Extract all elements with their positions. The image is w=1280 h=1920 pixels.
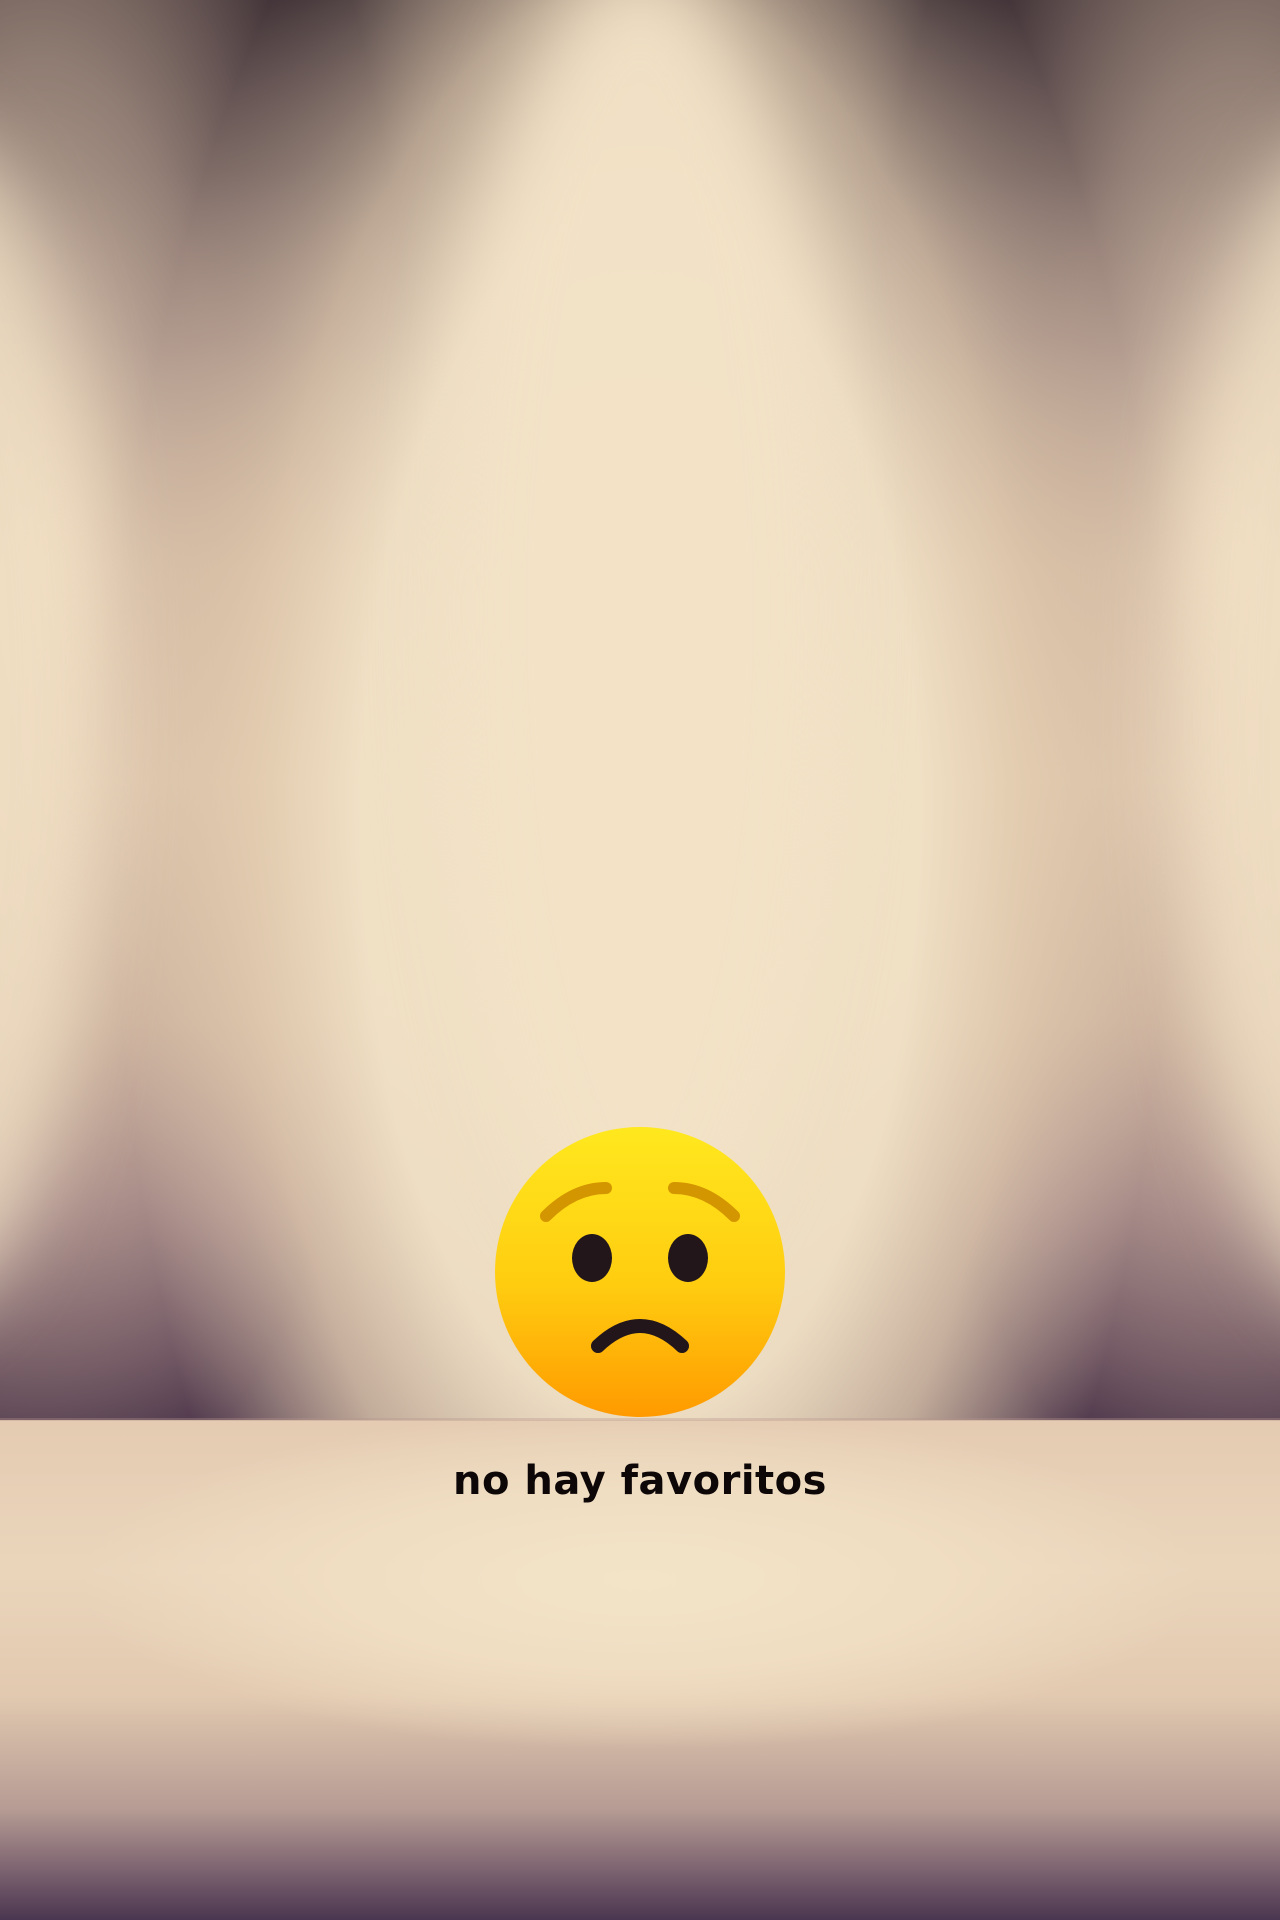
spotlight-beam-center xyxy=(450,0,830,1260)
favorites-empty-screen: no hay favoritos xyxy=(0,0,1280,1920)
floor-edge xyxy=(0,1418,1280,1421)
spotlight-beam-right xyxy=(1180,120,1280,1320)
emoji-face xyxy=(495,1127,785,1417)
emoji-right-eye xyxy=(668,1234,708,1282)
worried-face-icon xyxy=(495,1127,785,1417)
empty-message: no hay favoritos xyxy=(453,1458,827,1504)
emoji-left-eye xyxy=(572,1234,612,1282)
spotlight-beam-left xyxy=(0,120,100,1320)
